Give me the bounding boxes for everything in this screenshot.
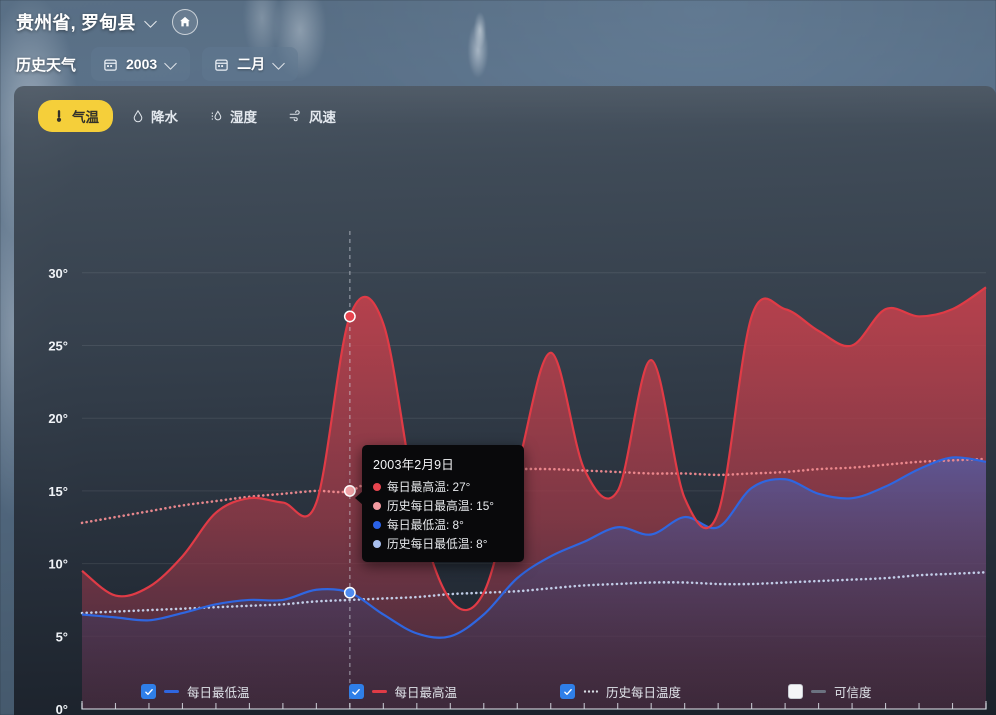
hover-tooltip: 2003年2月9日 每日最高温: 27° 历史每日最高温: 15° 每日最低温:… xyxy=(362,445,524,562)
check-icon xyxy=(563,687,573,697)
legend-swatch xyxy=(164,690,179,693)
weather-chart-panel: 气温 降水 湿度 风速 xyxy=(14,86,996,715)
month-dropdown[interactable]: 二月 xyxy=(202,47,298,81)
legend-item-confidence[interactable]: 可信度 xyxy=(788,682,872,701)
legend-label: 历史每日温度 xyxy=(606,682,681,701)
chevron-down-icon xyxy=(273,58,286,71)
legend-dot-icon xyxy=(373,540,381,548)
tooltip-title: 2003年2月9日 xyxy=(373,454,513,473)
month-value: 二月 xyxy=(237,54,265,74)
tooltip-value: 历史每日最低温: 8° xyxy=(387,535,487,552)
y-axis-labels: 0° 5° 10° 15° 20° 25° 30° xyxy=(48,266,68,715)
home-glyph xyxy=(178,15,192,29)
home-icon[interactable] xyxy=(172,9,198,35)
legend-item-daily-high[interactable]: 每日最高温 xyxy=(349,682,458,701)
svg-text:15°: 15° xyxy=(48,484,68,499)
year-dropdown[interactable]: 2003 xyxy=(91,47,190,81)
check-icon xyxy=(351,687,361,697)
tooltip-row: 每日最高温: 27° xyxy=(373,478,513,495)
chart-legend: 每日最低温 每日最高温 历史每日温度 可信度 xyxy=(14,682,996,701)
legend-checkbox[interactable] xyxy=(788,684,803,699)
svg-text:30°: 30° xyxy=(48,266,68,281)
check-icon xyxy=(144,687,154,697)
tooltip-row: 历史每日最高温: 15° xyxy=(373,497,513,514)
chart-svg: 0°5°10°15°20°25°30° 12345678910111213141… xyxy=(14,86,996,715)
legend-label: 可信度 xyxy=(834,682,872,701)
tooltip-value: 历史每日最高温: 15° xyxy=(387,497,494,514)
calendar-icon xyxy=(214,57,229,72)
legend-checkbox[interactable] xyxy=(349,684,364,699)
location-selector[interactable]: 贵州省, 罗甸县 xyxy=(16,9,198,35)
legend-label: 每日最高温 xyxy=(395,682,458,701)
legend-item-daily-low[interactable]: 每日最低温 xyxy=(141,682,250,701)
svg-text:0°: 0° xyxy=(56,702,68,715)
location-name: 贵州省, 罗甸县 xyxy=(16,9,136,35)
svg-text:10°: 10° xyxy=(48,557,68,572)
legend-checkbox[interactable] xyxy=(141,684,156,699)
tooltip-row: 历史每日最低温: 8° xyxy=(373,535,513,552)
chevron-down-icon xyxy=(165,58,178,71)
history-weather-label: 历史天气 xyxy=(16,54,76,75)
history-controls: 历史天气 2003 二月 xyxy=(16,47,298,81)
legend-swatch xyxy=(372,690,387,693)
app-header: 贵州省, 罗甸县 历史天气 2003 xyxy=(0,0,996,92)
legend-dot-icon xyxy=(373,521,381,529)
tooltip-row: 每日最低温: 8° xyxy=(373,516,513,533)
legend-checkbox[interactable] xyxy=(560,684,575,699)
tooltip-value: 每日最低温: 8° xyxy=(387,516,464,533)
svg-text:5°: 5° xyxy=(56,629,68,644)
legend-swatch xyxy=(583,690,598,693)
legend-dot-icon xyxy=(373,483,381,491)
legend-item-historical[interactable]: 历史每日温度 xyxy=(560,682,681,701)
legend-dot-icon xyxy=(373,502,381,510)
svg-text:20°: 20° xyxy=(48,411,68,426)
calendar-icon xyxy=(103,57,118,72)
svg-text:25°: 25° xyxy=(48,339,68,354)
chevron-down-icon[interactable] xyxy=(145,16,158,29)
year-value: 2003 xyxy=(126,56,157,72)
legend-label: 每日最低温 xyxy=(187,682,250,701)
legend-swatch xyxy=(811,690,826,693)
temperature-chart[interactable]: 0°5°10°15°20°25°30° 12345678910111213141… xyxy=(14,86,996,715)
tooltip-value: 每日最高温: 27° xyxy=(387,478,470,495)
